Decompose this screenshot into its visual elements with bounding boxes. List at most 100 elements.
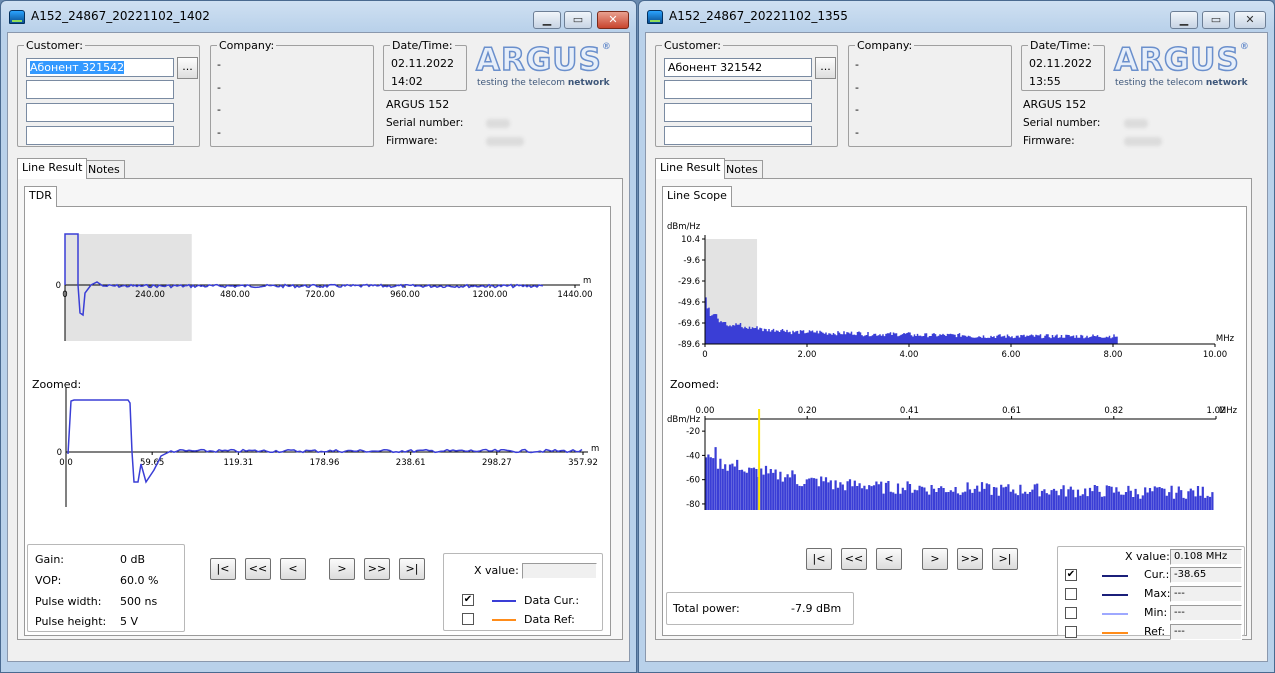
nav-fast-back-button[interactable]: << [841,548,867,570]
tab-line-result[interactable]: Line Result [655,158,726,179]
zoomed-x-unit: m [591,444,599,454]
pulse-height-label: Pulse height: [35,615,107,628]
customer-field-1[interactable]: Абонент 321542 [26,58,174,77]
cur-checkbox[interactable]: ✔ [1065,569,1077,581]
nav-forward-button[interactable]: > [329,558,355,580]
overview-y-tick: 0 [56,281,61,291]
overview-x-tick-label: 8.00 [1104,350,1123,360]
tab-notes[interactable]: Notes [721,160,763,179]
vop-label: VOP: [35,574,62,587]
close-button[interactable]: ✕ [597,11,629,29]
data-cur-checkbox[interactable]: ✔ [462,594,474,606]
overview-x-tick-label: 6.00 [1002,350,1021,360]
window-client: Customer: Абонент 321542 ... Company: - … [645,32,1268,662]
nav-back-button[interactable]: < [876,548,902,570]
maximize-button[interactable]: ▭ [1202,11,1230,29]
close-button[interactable]: ✕ [1234,11,1266,29]
zoomed-y-tick-label: -20 [686,427,700,437]
line-scope-pane: dBm/Hz 10.4 -9.6 -29.6 -49.6 -69.6 -89.6 0 2.00 4… [662,206,1247,640]
overview-y-tick-label: -29.6 [678,277,700,287]
minimize-button[interactable]: ▁ [533,11,561,29]
serial-label: Serial number: [386,117,464,129]
browse-customer-button[interactable]: ... [815,57,836,79]
test-parameters: Gain: 0 dB VOP: 60.0 % Pulse width: 500 … [27,544,185,632]
nav-forward-button[interactable]: > [922,548,948,570]
nav-last-button[interactable]: >| [399,558,425,580]
min-value: --- [1170,605,1242,621]
data-ref-checkbox[interactable] [462,613,474,625]
min-label: Min: [1144,606,1168,619]
ref-value: --- [1170,624,1242,640]
max-value: --- [1170,586,1242,602]
linescope-zoomed-bars [704,447,1214,510]
legend-group: X value: 0.108 MHz ✔ Cur.: -38.65 Max: -… [1057,546,1245,640]
nav-first-button[interactable]: |< [806,548,832,570]
overview-x-tick-label: 480.00 [220,290,250,300]
pulse-height-value: 5 V [120,615,139,628]
xvalue-label: X value: [474,564,519,577]
company-line-4: - [855,126,859,139]
firmware-value-redacted [1124,137,1162,146]
zoomed-y-tick-label: -40 [686,451,700,461]
subtab-line-scope[interactable]: Line Scope [662,186,732,207]
tab-notes[interactable]: Notes [83,160,125,179]
xvalue-field [522,563,597,579]
company-line-1: - [217,58,221,71]
customer-field-4[interactable] [664,126,812,145]
total-power-box: Total power: -7.9 dBm [666,592,854,625]
pulse-width-value: 500 ns [120,595,158,608]
overview-x-tick-label: 4.00 [900,350,919,360]
gain-value: 0 dB [120,553,146,566]
zoomed-x-tick-label: 119.31 [223,458,253,468]
legend-group: X value: ✔ Data Cur.: Data Ref: [443,553,603,631]
overview-y-tick-label: 10.4 [681,235,700,245]
max-label: Max: [1144,587,1171,600]
time-value: 14:02 [391,75,423,88]
pulse-width-label: Pulse width: [35,595,102,608]
tab-line-result[interactable]: Line Result [17,158,88,179]
datetime-label: Date/Time: [390,39,455,52]
company-line-4: - [217,126,221,139]
browse-customer-button[interactable]: ... [177,57,198,79]
customer-label: Customer: [24,39,85,52]
data-ref-swatch [492,619,516,621]
window-title: A152_24867_20221102_1355 [669,9,848,23]
maximize-button[interactable]: ▭ [564,11,592,29]
total-power-value: -7.9 dBm [791,602,842,615]
overview-x-tick-label: 0 [702,350,707,360]
customer-field-4[interactable] [26,126,174,145]
min-checkbox[interactable] [1065,607,1077,619]
status-bar [14,650,621,658]
customer-field-2[interactable] [26,80,174,99]
overview-y-tick-label: -9.6 [683,256,700,266]
customer-group: Customer: Абонент 321542 ... [655,39,838,147]
nav-fast-forward-button[interactable]: >> [957,548,983,570]
xvalue-field: 0.108 MHz [1170,549,1242,565]
nav-last-button[interactable]: >| [992,548,1018,570]
tdr-zoomed-trace [67,399,583,484]
ref-swatch [1102,632,1128,634]
nav-first-button[interactable]: |< [210,558,236,580]
max-checkbox[interactable] [1065,588,1077,600]
minimize-button[interactable]: ▁ [1170,11,1198,29]
nav-fast-back-button[interactable]: << [245,558,271,580]
title-bar[interactable]: A152_24867_20221102_1402 ▁ ▭ ✕ [1,1,636,31]
title-bar[interactable]: A152_24867_20221102_1355 ▁ ▭ ✕ [639,1,1274,31]
tdr-pane: 0 0 240.00 480.00 720.00 960.00 1200.00 1440.00… [24,206,611,636]
nav-fast-forward-button[interactable]: >> [364,558,390,580]
customer-group: Customer: Абонент 321542 ... [17,39,200,147]
zoomed-x-unit: MHz [1219,406,1238,416]
customer-field-1[interactable]: Абонент 321542 [664,58,812,77]
customer-field-2[interactable] [664,80,812,99]
serial-value-redacted [486,119,510,128]
overview-x-tick-label: 960.00 [390,290,420,300]
zoomed-x-tick-label: 238.61 [396,458,426,468]
customer-field-3[interactable] [26,103,174,122]
customer-field-3[interactable] [664,103,812,122]
min-swatch [1102,613,1128,615]
logo-slogan: testing the telecom network [477,78,610,88]
subtab-tdr[interactable]: TDR [24,186,57,207]
ref-checkbox[interactable] [1065,626,1077,638]
nav-back-button[interactable]: < [280,558,306,580]
cur-swatch [1102,575,1128,577]
